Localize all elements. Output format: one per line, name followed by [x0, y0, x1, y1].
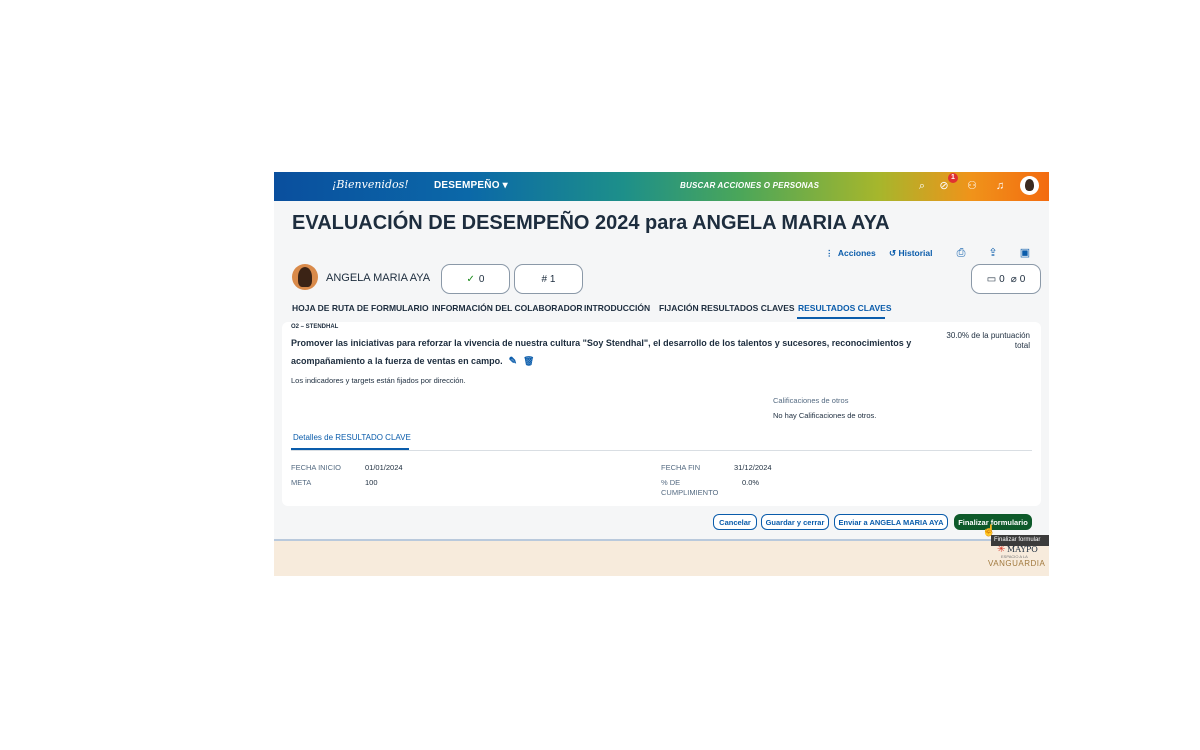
brand-logo[interactable]: ¡Bienvenidos!: [332, 178, 409, 191]
goal-label: META: [291, 478, 312, 487]
rank-count: # 1: [541, 273, 556, 285]
comments-attachments-counter[interactable]: ▭ 0 ⌀ 0: [971, 264, 1041, 294]
objective-text: Promover las iniciativas para reforzar l…: [291, 338, 912, 366]
employee-name: ANGELA MARIA AYA: [326, 272, 431, 284]
actions-label: Acciones: [837, 248, 876, 258]
objective-code: O2 – STENDHAL: [291, 324, 339, 330]
people-icon[interactable]: ⚇: [964, 178, 980, 194]
footer: [274, 541, 1049, 576]
tab-roadmap[interactable]: HOJA DE RUTA DE FORMULARIO: [292, 303, 429, 313]
history-label: Historial: [898, 248, 933, 258]
comment-count: 0: [999, 273, 1005, 285]
actions-button[interactable]: ⋮ Acciones: [825, 248, 876, 259]
send-button[interactable]: Enviar a ANGELA MARIA AYA: [834, 514, 948, 530]
comment-icon: ▭: [986, 273, 997, 285]
print-icon[interactable]: ⎙: [954, 246, 968, 260]
tab-key-results[interactable]: RESULTADOS CLAVES: [798, 303, 892, 313]
search-input[interactable]: BUSCAR ACCIONES O PERSONAS: [680, 181, 819, 190]
attachment-count: 0: [1019, 273, 1026, 285]
maypo-logo-vanguardia: VANGUARDIA: [988, 559, 1046, 568]
export-icon[interactable]: ⇪: [986, 246, 1000, 260]
employee-avatar: [292, 264, 318, 290]
others-ratings-empty: No hay Calificaciones de otros.: [773, 411, 877, 420]
edit-icon[interactable]: ✎: [509, 356, 517, 367]
completion-value: 0.0%: [742, 478, 760, 487]
check-icon: ✓: [466, 273, 475, 285]
start-date-value: 01/01/2024: [365, 463, 403, 472]
objective-description: Promover las iniciativas para reforzar l…: [291, 334, 931, 371]
more-icon: ⋮: [825, 248, 834, 258]
cursor-icon: ☝: [982, 525, 996, 537]
history-icon: ↺: [889, 248, 897, 258]
check-count: 0: [478, 273, 485, 285]
user-avatar[interactable]: [1020, 176, 1039, 195]
start-date-label: FECHA INICIO: [291, 463, 342, 472]
notification-badge: 1: [948, 173, 958, 183]
end-date-label: FECHA FIN: [661, 463, 701, 472]
search-icon[interactable]: ⌕: [914, 178, 930, 194]
history-button[interactable]: ↺ Historial: [889, 248, 933, 259]
bell-icon[interactable]: ♫: [992, 178, 1008, 194]
tab-key-results-setting[interactable]: FIJACIÓN RESULTADOS CLAVES: [659, 303, 795, 313]
save-icon[interactable]: ▣: [1018, 246, 1032, 260]
others-ratings-title: Calificaciones de otros: [773, 396, 849, 405]
rank-counter[interactable]: # 1: [514, 264, 583, 294]
module-menu[interactable]: DESEMPEÑO ▾: [434, 180, 508, 191]
tab-employee-info[interactable]: INFORMACIÓN DEL COLABORADOR: [432, 303, 582, 313]
save-close-button[interactable]: Guardar y cerrar: [761, 514, 829, 530]
tab-key-result-details[interactable]: Detalles de RESULTADO CLAVE: [293, 433, 411, 442]
tab-introduction[interactable]: INTRODUCCIÓN: [584, 303, 650, 313]
top-navigation-bar: ¡Bienvenidos! DESEMPEÑO ▾ BUSCAR ACCIONE…: [274, 172, 1049, 201]
objective-card: O2 – STENDHAL Promover las iniciativas p…: [282, 322, 1041, 506]
divider: [291, 450, 1032, 451]
maypo-logo-text: MAYPO: [1007, 545, 1038, 554]
end-date-value: 31/12/2024: [734, 463, 772, 472]
check-counter[interactable]: ✓ 0: [441, 264, 510, 294]
attachment-icon: ⌀: [1010, 273, 1017, 285]
completion-label: % DE CUMPLIMIENTO: [661, 478, 719, 497]
objective-weight: 30.0% de la puntuación total: [946, 331, 1030, 350]
page-title: EVALUACIÓN DE DESEMPEÑO 2024 para ANGELA…: [292, 212, 890, 234]
app-window: ¡Bienvenidos! DESEMPEÑO ▾ BUSCAR ACCIONE…: [274, 172, 1049, 576]
objective-note: Los indicadores y targets están fijados …: [291, 376, 466, 385]
goal-value: 100: [365, 478, 378, 487]
active-tab-indicator: [797, 317, 885, 319]
delete-icon[interactable]: 🗑: [523, 356, 534, 366]
finalize-tooltip: Finalizar formular: [991, 535, 1049, 546]
cancel-button[interactable]: Cancelar: [713, 514, 757, 530]
